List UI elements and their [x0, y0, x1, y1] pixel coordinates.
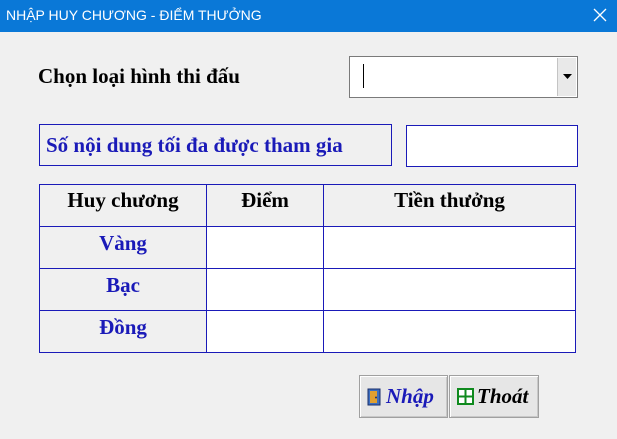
exit-button-label: Thoát	[477, 384, 529, 408]
row-label-gold: Vàng	[40, 227, 207, 269]
silver-points-input[interactable]	[207, 269, 324, 311]
row-label-silver: Bạc	[40, 269, 207, 311]
competition-type-combobox[interactable]	[349, 56, 578, 98]
medal-table: Huy chương Điểm Tiền thưởng Vàng Bạc Đồn…	[39, 184, 576, 353]
door-enter-icon	[367, 388, 383, 406]
exit-button[interactable]: Thoát	[449, 375, 539, 418]
text-caret	[363, 64, 364, 88]
max-events-input[interactable]	[406, 125, 578, 167]
close-button[interactable]	[588, 3, 612, 27]
submit-button-label: Nhập	[386, 384, 434, 408]
grid-exit-icon	[457, 388, 474, 405]
chevron-down-icon	[562, 74, 572, 79]
window-title: NHẬP HUY CHƯƠNG - ĐIỂM THƯỞNG	[6, 7, 262, 23]
silver-reward-input[interactable]	[324, 269, 575, 311]
row-label-bronze: Đồng	[40, 311, 207, 352]
combobox-dropdown-button[interactable]	[557, 58, 576, 96]
gold-reward-input[interactable]	[324, 227, 575, 269]
submit-button[interactable]: Nhập	[359, 375, 448, 418]
competition-type-label: Chọn loại hình thi đấu	[38, 64, 240, 88]
header-reward: Tiền thưởng	[324, 185, 575, 227]
close-icon	[593, 8, 607, 22]
bronze-points-input[interactable]	[207, 311, 324, 352]
max-events-label: Số nội dung tối đa được tham gia	[39, 124, 392, 166]
title-bar: NHẬP HUY CHƯƠNG - ĐIỂM THƯỞNG	[0, 0, 617, 32]
bronze-reward-input[interactable]	[324, 311, 575, 352]
header-medal: Huy chương	[40, 185, 207, 227]
header-points: Điểm	[207, 185, 324, 227]
gold-points-input[interactable]	[207, 227, 324, 269]
